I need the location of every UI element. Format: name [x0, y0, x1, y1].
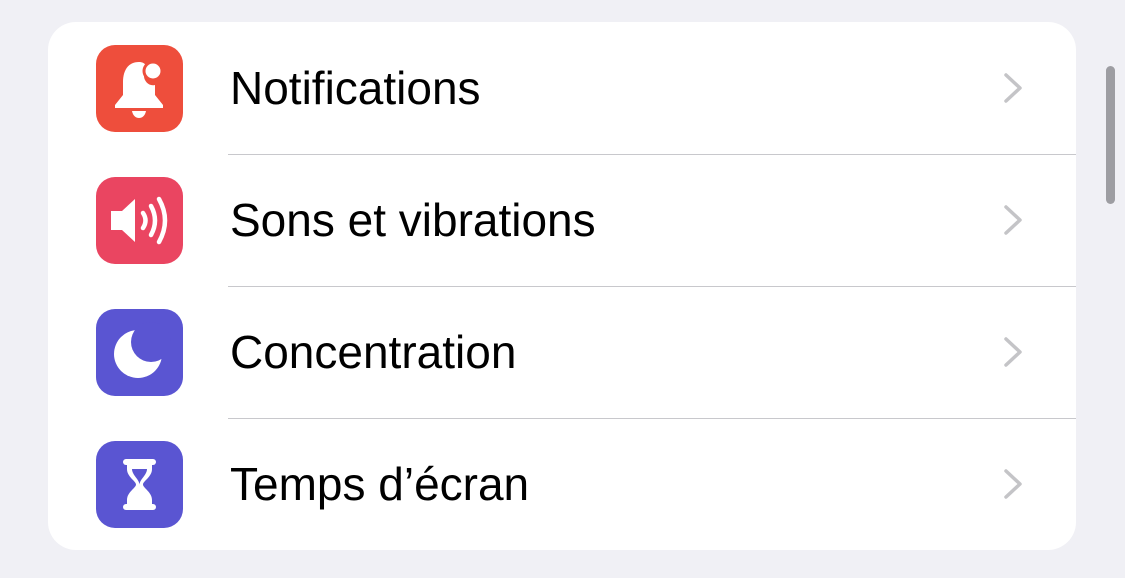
settings-row-label: Sons et vibrations — [230, 194, 596, 246]
settings-row-sounds[interactable]: Sons et vibrations — [48, 154, 1076, 286]
chevron-right-icon — [1001, 202, 1025, 238]
scrollbar[interactable] — [1106, 66, 1115, 204]
settings-row-label: Concentration — [230, 326, 517, 378]
speaker-volume-icon — [96, 177, 183, 264]
settings-group: Notifications Sons et vibrations Concent… — [48, 22, 1076, 550]
settings-row-label: Notifications — [230, 62, 481, 114]
settings-row-focus[interactable]: Concentration — [48, 286, 1076, 418]
chevron-right-icon — [1001, 334, 1025, 370]
chevron-right-icon — [1001, 466, 1025, 502]
settings-row-screen-time[interactable]: Temps d’écran — [48, 418, 1076, 550]
hourglass-icon — [96, 441, 183, 528]
moon-icon — [96, 309, 183, 396]
notifications-bell-icon — [96, 45, 183, 132]
settings-row-label: Temps d’écran — [230, 458, 530, 510]
chevron-right-icon — [1001, 70, 1025, 106]
settings-row-notifications[interactable]: Notifications — [48, 22, 1076, 154]
